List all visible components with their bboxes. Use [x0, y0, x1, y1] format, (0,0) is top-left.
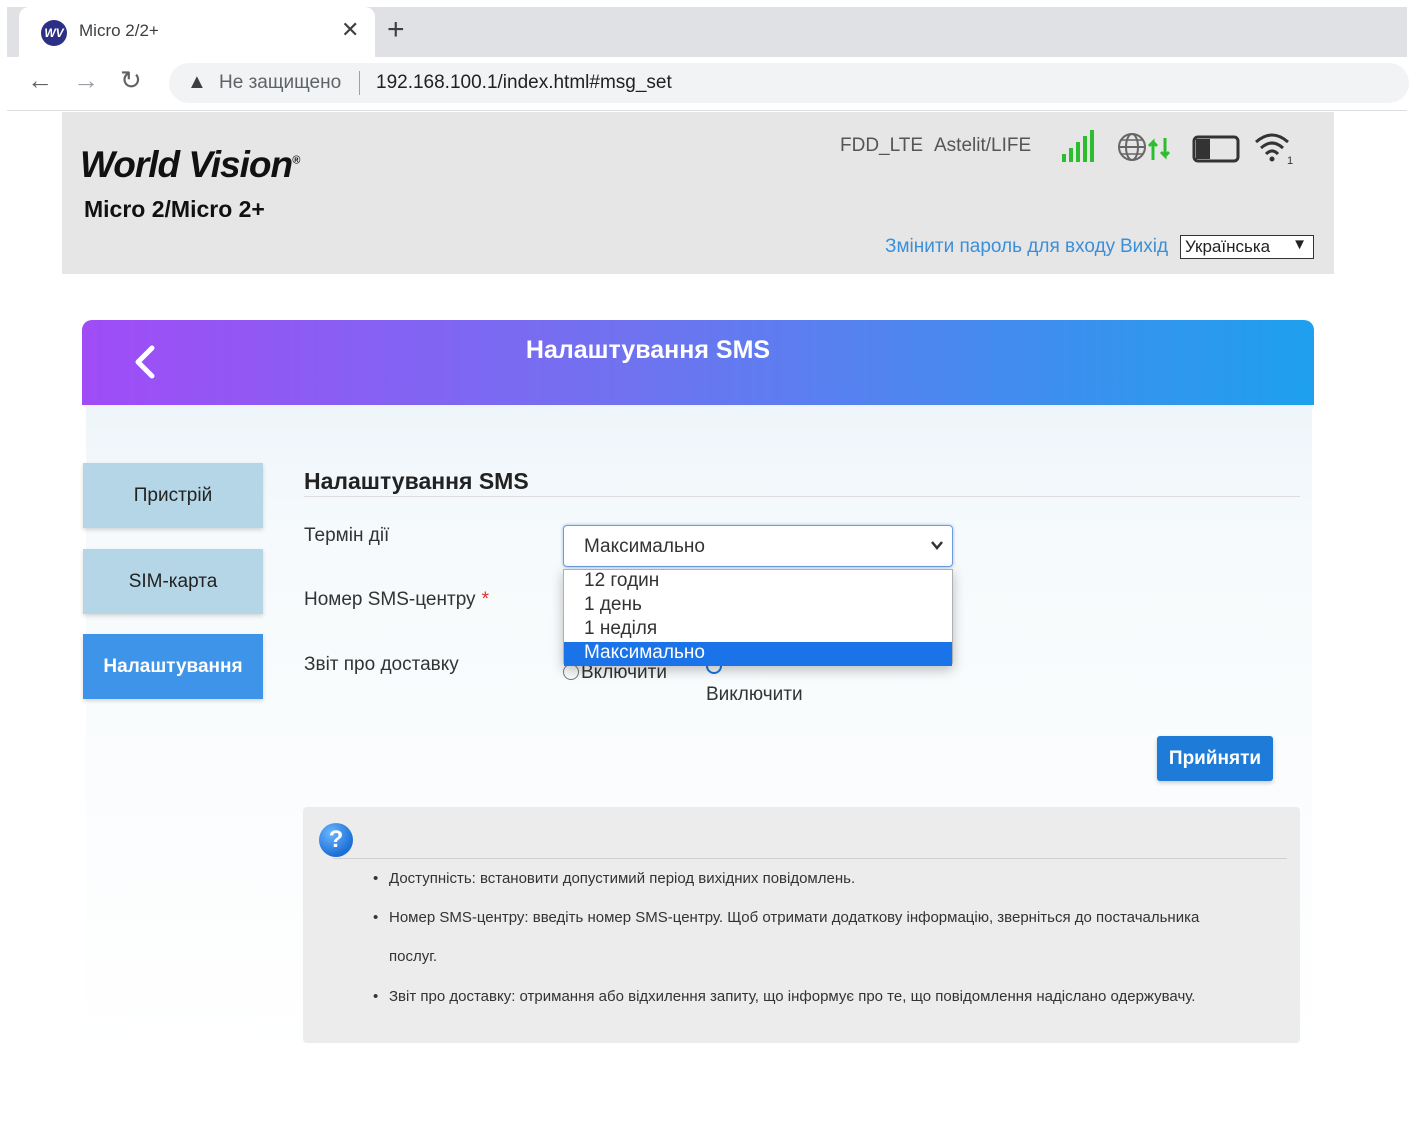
change-password-link[interactable]: Змінити пароль для входу — [885, 236, 1115, 258]
brand-logo: World Vision® — [80, 144, 300, 185]
validity-label: Термін дії — [304, 525, 390, 546]
page-header: World Vision® Micro 2/Micro 2+ FDD_LTE A… — [62, 112, 1334, 274]
model-name: Micro 2/Micro 2+ — [84, 196, 265, 222]
close-tab-icon[interactable]: ✕ — [341, 17, 359, 43]
help-question-icon: ? — [319, 823, 353, 857]
apply-button[interactable]: Прийняти — [1157, 736, 1273, 781]
delivery-off-label: Виключити — [706, 684, 803, 705]
help-box: ? • Доступність: встановити допустимий п… — [303, 807, 1300, 1043]
chevron-down-icon: ▼ — [1292, 236, 1307, 253]
help-item-smsc: Номер SMS-центру: введіть номер SMS-цент… — [389, 909, 1200, 926]
network-type: FDD_LTE — [840, 135, 924, 156]
page-banner: Налаштування SMS — [82, 320, 1314, 405]
browser-tabstrip: WV Micro 2/2+ ✕ + — [7, 7, 1407, 57]
help-divider — [333, 858, 1287, 859]
validity-option-1d[interactable]: 1 день — [564, 594, 952, 618]
help-item-delivery: Звіт про доставку: отримання або відхиле… — [389, 988, 1196, 1005]
browser-toolbar: ← → ↻ ▲ Не защищено 192.168.100.1/index.… — [7, 57, 1409, 111]
language-select[interactable]: Українська ▼ — [1180, 235, 1314, 259]
forward-arrow-icon[interactable]: → — [73, 65, 99, 96]
validity-option-1w[interactable]: 1 неділя — [564, 618, 952, 642]
address-separator — [359, 71, 360, 95]
signal-strength-icon — [1062, 130, 1094, 162]
warning-icon: ▲ — [187, 71, 207, 93]
internet-globe-icon — [1118, 133, 1171, 161]
reload-icon[interactable]: ↻ — [120, 65, 142, 96]
delivery-report-label: Звіт про доставку — [304, 654, 459, 675]
validity-select-value: Максимально — [584, 536, 705, 557]
validity-select[interactable]: Максимально — [563, 525, 953, 567]
bullet-icon: • — [373, 870, 379, 887]
site-favicon-icon: WV — [41, 20, 67, 46]
url-text[interactable]: 192.168.100.1/index.html#msg_set — [376, 72, 672, 94]
sidebar-item-device[interactable]: Пристрій — [83, 463, 263, 528]
chevron-down-icon — [931, 541, 943, 550]
validity-option-max[interactable]: Максимально — [564, 642, 952, 666]
wifi-icon: 1 — [1255, 133, 1293, 166]
section-title: Налаштування SMS — [304, 468, 529, 494]
security-label: Не защищено — [219, 72, 342, 93]
help-item-smsc-cont: послуг. — [389, 948, 438, 965]
sidebar-item-settings[interactable]: Налаштування — [83, 634, 263, 699]
validity-dropdown-list: 12 годин 1 день 1 неділя Максимально — [563, 569, 953, 666]
help-item-validity: Доступність: встановити допустимий періо… — [389, 870, 856, 887]
validity-option-12h[interactable]: 12 годин — [564, 570, 952, 594]
bullet-icon: • — [373, 909, 379, 926]
battery-icon — [1192, 135, 1240, 163]
smsc-label: Номер SMS-центру * — [304, 589, 489, 610]
svg-text:1: 1 — [1287, 155, 1293, 166]
logout-link[interactable]: Вихід — [1120, 236, 1168, 258]
banner-title: Налаштування SMS — [525, 336, 771, 364]
browser-tab[interactable]: WV Micro 2/2+ ✕ — [19, 7, 375, 57]
required-mark: * — [481, 589, 489, 610]
bullet-icon: • — [373, 988, 379, 1005]
operator-name: Astelit/LIFE — [934, 135, 1032, 156]
section-divider — [304, 496, 1300, 497]
new-tab-icon[interactable]: + — [387, 13, 405, 47]
address-bar[interactable]: ▲ Не защищено 192.168.100.1/index.html#m… — [169, 63, 1409, 103]
back-arrow-icon[interactable]: ← — [27, 65, 53, 96]
sidebar-item-sim-card[interactable]: SIM-карта — [83, 549, 263, 614]
tab-title: Micro 2/2+ — [79, 21, 159, 40]
language-value: Українська — [1185, 237, 1271, 256]
radio-off-icon — [563, 664, 579, 680]
